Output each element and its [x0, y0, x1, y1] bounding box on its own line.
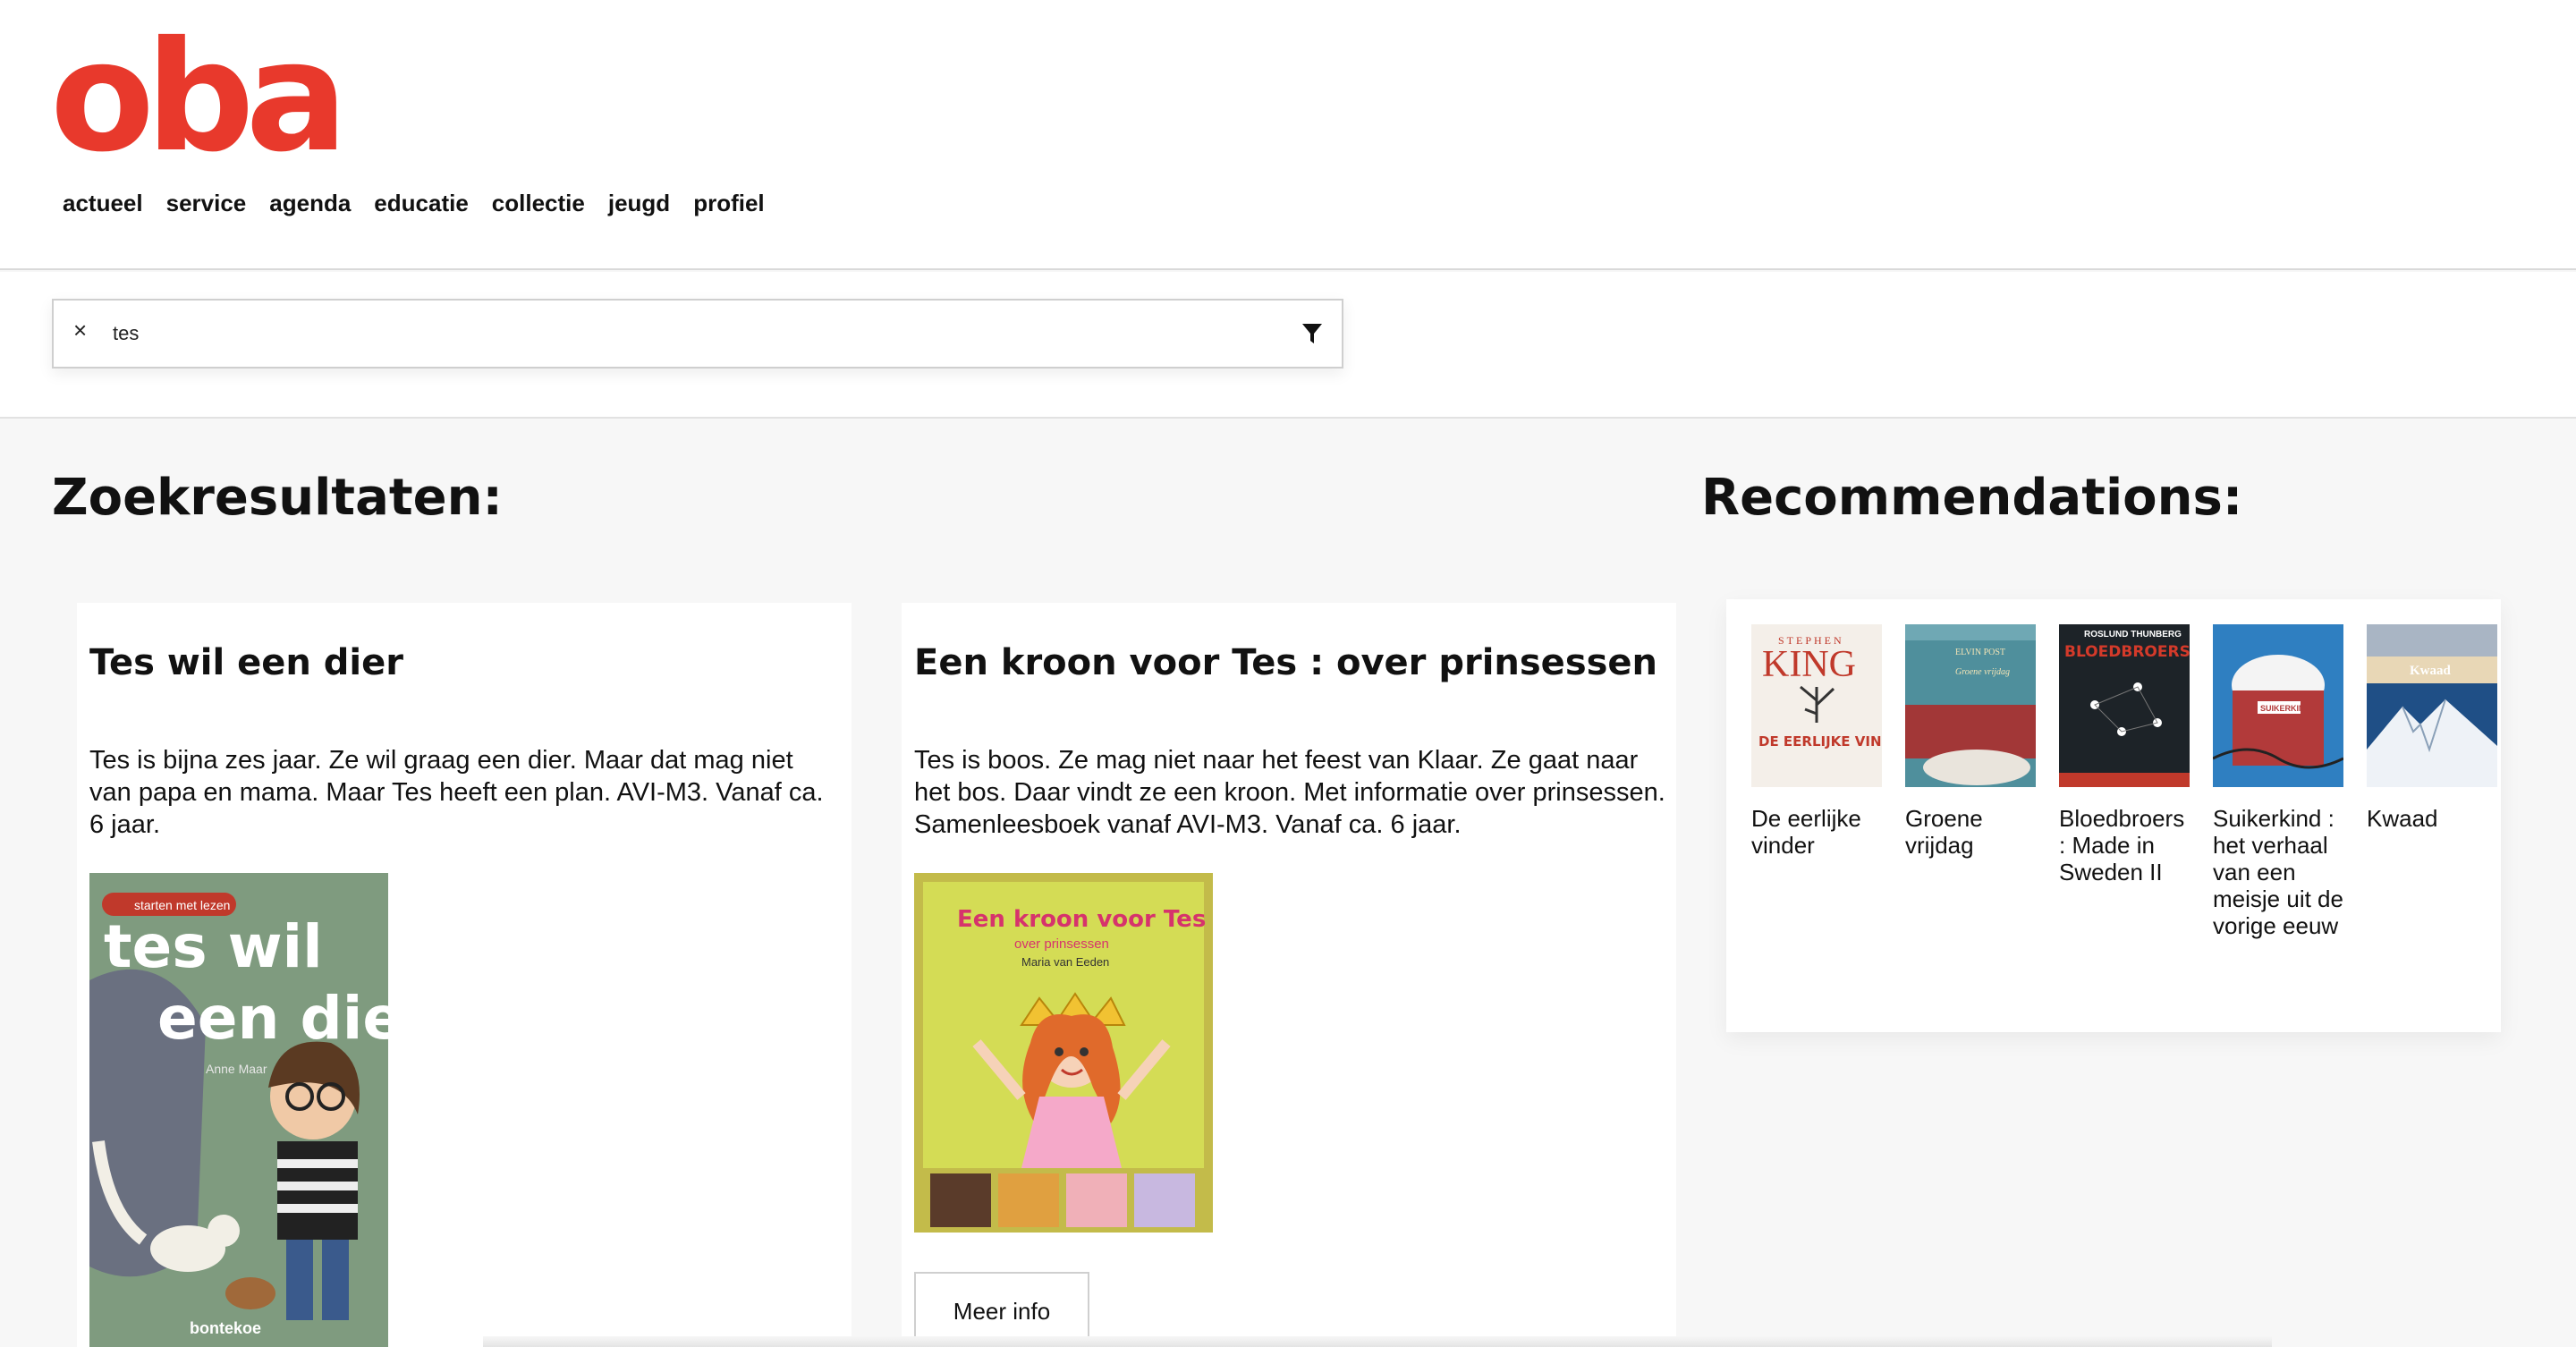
result-card[interactable]: Een kroon voor Tes : over prinsessen Tes…	[902, 603, 1676, 1347]
nav-service[interactable]: service	[166, 190, 247, 217]
cover-title: SUIKERKIND	[2260, 704, 2311, 713]
recommendations-panel: STEPHEN KING DE EERLIJKE VINDER De eerli…	[1726, 599, 2501, 1032]
cover-title: BLOEDBROERS	[2064, 643, 2190, 661]
search-input[interactable]	[113, 313, 1231, 354]
nav-collectie[interactable]: collectie	[492, 190, 585, 217]
site-header: oba actueel service agenda educatie coll…	[0, 0, 2576, 270]
cover-subtitle: over prinsessen	[1014, 936, 1109, 952]
book-cover-image[interactable]: starten met lezen tes wil een dier Anne …	[89, 873, 388, 1347]
result-title[interactable]: Tes wil een dier	[89, 642, 403, 683]
recommendation-item[interactable]: STEPHEN KING DE EERLIJKE VINDER De eerli…	[1751, 624, 1882, 859]
filter-icon[interactable]	[1301, 320, 1324, 347]
cover-author-surname: KING	[1762, 644, 1856, 685]
cover-title-line1: tes wil	[104, 912, 323, 981]
bottom-shadow	[483, 1336, 2272, 1347]
cover-author: Maria van Eeden	[1021, 955, 1109, 969]
book-cover-image[interactable]: SUIKERKIND	[2213, 624, 2343, 787]
cover-title: Groene vrijdag	[1955, 667, 2010, 677]
nav-profiel[interactable]: profiel	[693, 190, 764, 217]
cover-title: Een kroon voor Tes	[957, 906, 1206, 933]
result-card[interactable]: Tes wil een dier Tes is bijna zes jaar. …	[77, 603, 852, 1347]
nav-educatie[interactable]: educatie	[374, 190, 469, 217]
recommendation-item[interactable]: ROSLUND THUNBERG BLOEDBROERS Bloedbroers…	[2059, 624, 2190, 885]
cover-series: starten met lezen	[134, 898, 230, 912]
recommendation-item[interactable]: SUIKERKIND Suikerkind : het verhaal van …	[2213, 624, 2343, 939]
cover-author: Anne Maar	[206, 1062, 267, 1076]
book-cover-image[interactable]: ROSLUND THUNBERG BLOEDBROERS	[2059, 624, 2190, 787]
cover-author: ELVIN POST	[1955, 648, 2005, 657]
cover-title: Kwaad	[2410, 664, 2452, 678]
recommendation-item[interactable]: Kwaad Kwaad	[2367, 624, 2497, 832]
recommendation-title[interactable]: Suikerkind : het verhaal van een meisje …	[2213, 805, 2343, 939]
cover-author: ROSLUND THUNBERG	[2084, 630, 2182, 640]
search-box: ×	[52, 299, 1343, 369]
results-heading: Zoekresultaten:	[52, 469, 503, 527]
nav-agenda[interactable]: agenda	[269, 190, 351, 217]
book-cover-image[interactable]: STEPHEN KING DE EERLIJKE VINDER	[1751, 624, 1882, 787]
recommendation-title[interactable]: Bloedbroers : Made in Sweden II	[2059, 805, 2190, 885]
search-band: ×	[0, 272, 2576, 419]
oba-logo[interactable]: oba	[50, 21, 348, 174]
book-cover-image[interactable]: Kwaad	[2367, 624, 2497, 787]
clear-search-button[interactable]: ×	[73, 317, 87, 344]
recommendation-item[interactable]: ELVIN POST Groene vrijdag Groene vrijdag	[1905, 624, 2036, 859]
cover-publisher: bontekoe	[190, 1319, 261, 1337]
recommendation-title[interactable]: De eerlijke vinder	[1751, 805, 1882, 859]
main-nav: actueel service agenda educatie collecti…	[63, 190, 765, 217]
recommendation-title[interactable]: Kwaad	[2367, 805, 2497, 832]
result-description: Tes is bijna zes jaar. Ze wil graag een …	[89, 746, 824, 839]
logo-wordmark: oba	[50, 9, 348, 186]
result-title[interactable]: Een kroon voor Tes : over prinsessen	[914, 642, 1657, 683]
nav-actueel[interactable]: actueel	[63, 190, 143, 217]
book-cover-image[interactable]: Een kroon voor Tes over prinsessen Maria…	[914, 873, 1213, 1233]
recommendations-heading: Recommendations:	[1701, 469, 2243, 527]
result-description: Tes is boos. Ze mag niet naar het feest …	[914, 746, 1665, 839]
cover-title-line2: een dier	[157, 984, 388, 1053]
nav-jeugd[interactable]: jeugd	[608, 190, 670, 217]
recommendation-title[interactable]: Groene vrijdag	[1905, 805, 2036, 859]
cover-title: DE EERLIJKE VINDER	[1758, 733, 1882, 750]
book-cover-image[interactable]: ELVIN POST Groene vrijdag	[1905, 624, 2036, 787]
